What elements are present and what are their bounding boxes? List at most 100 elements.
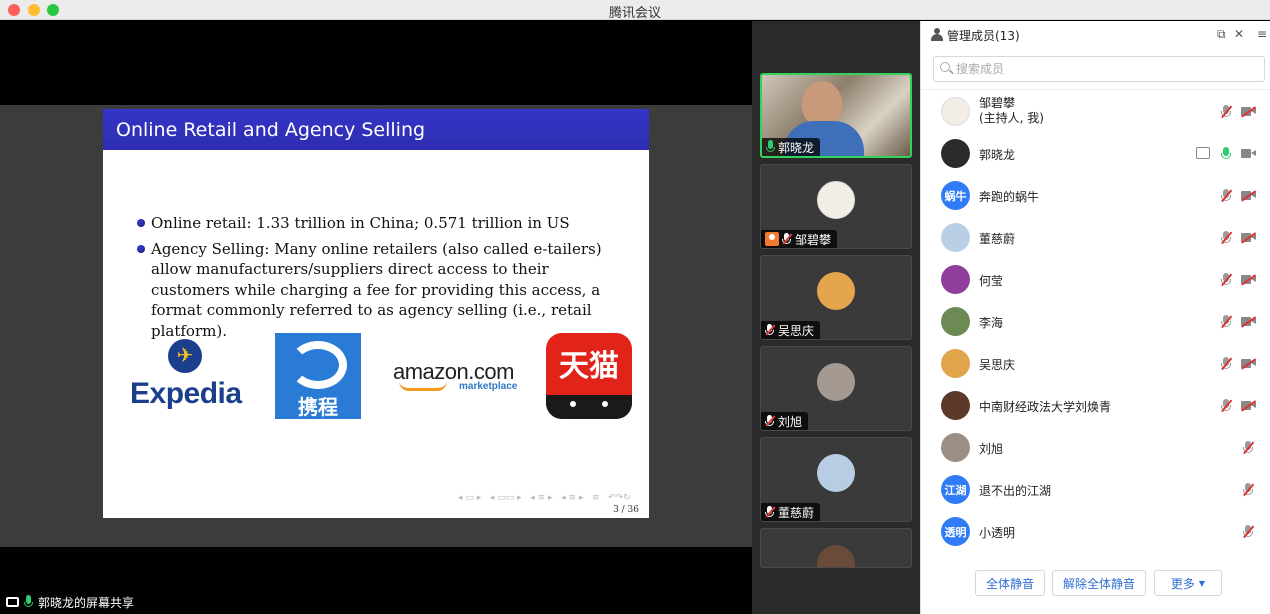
video-tile[interactable]: 郭晓龙 (760, 73, 912, 158)
slide-header: Online Retail and Agency Selling (103, 109, 649, 150)
close-icon[interactable]: ✕ (1234, 27, 1244, 41)
member-search[interactable] (933, 56, 1265, 82)
mic-muted-icon[interactable] (1221, 231, 1232, 245)
dolphin-icon (289, 341, 347, 389)
slide-bullet: Agency Selling: Many online retailers (a… (137, 239, 631, 342)
camera-off-icon[interactable] (1241, 358, 1256, 370)
participant-avatar (817, 363, 855, 401)
member-name: 退不出的江湖 (979, 484, 1052, 498)
camera-off-icon[interactable] (1241, 316, 1256, 328)
member-row[interactable]: 李海 (921, 301, 1270, 343)
tmall-eye-icon (602, 401, 608, 407)
camera-off-icon[interactable] (1241, 106, 1256, 118)
screen-share-icon[interactable] (1196, 147, 1210, 159)
member-row[interactable]: 江湖 退不出的江湖 (921, 469, 1270, 511)
member-avatar (941, 265, 970, 294)
mic-muted-icon[interactable] (1221, 399, 1232, 413)
member-avatar (941, 307, 970, 336)
video-tile[interactable]: 吴思庆 (760, 255, 912, 340)
mic-muted-icon[interactable] (1221, 315, 1232, 329)
shared-screen[interactable]: Online Retail and Agency Selling Online … (0, 21, 752, 614)
bullet-text: Online retail: 1.33 trillion in China; 0… (151, 214, 570, 232)
more-button-label: 更多 (1170, 576, 1195, 591)
participant-face (802, 81, 842, 125)
video-name-tag: 吴思庆 (761, 321, 821, 339)
member-row[interactable]: 刘旭 (921, 427, 1270, 469)
expedia-logo: ✈ Expedia (130, 339, 242, 415)
member-name: 吴思庆 (979, 358, 1016, 372)
mic-muted-icon[interactable] (1221, 189, 1232, 203)
member-name: 董慈蔚 (979, 232, 1016, 246)
mic-muted-icon[interactable] (1221, 105, 1232, 119)
video-participant-name: 刘旭 (778, 414, 803, 429)
mic-muted-icon (782, 232, 793, 246)
member-panel-title: 管理成员(13) (947, 29, 1020, 43)
mic-muted-icon[interactable] (1243, 525, 1254, 539)
mute-all-button[interactable]: 全体静音 (975, 570, 1045, 596)
member-row[interactable]: 蜗牛 奔跑的蜗牛 (921, 175, 1270, 217)
slide-page-number: 3 / 36 (613, 505, 639, 515)
mic-muted-icon[interactable] (1221, 357, 1232, 371)
camera-off-icon[interactable] (1241, 400, 1256, 412)
slide-bullet: Online retail: 1.33 trillion in China; 0… (137, 213, 631, 234)
ctrip-logo: 携程 (275, 333, 361, 419)
member-avatar (941, 391, 970, 420)
popout-icon[interactable]: ⧉ (1217, 27, 1226, 42)
mic-muted-icon[interactable] (1221, 273, 1232, 287)
camera-off-icon[interactable] (1241, 232, 1256, 244)
member-name: 中南财经政法大学刘焕青 (979, 400, 1112, 414)
slide-title: Online Retail and Agency Selling (116, 119, 426, 141)
member-avatar: 透明 (941, 517, 970, 546)
member-panel: 管理成员(13) ⧉ ✕ ≡ 邹碧攀 (主持人, 我) 郭晓龙 (920, 21, 1270, 614)
video-participant-name: 董慈蔚 (778, 505, 815, 520)
bullet-dot-icon (137, 219, 145, 227)
camera-on-icon[interactable] (1241, 148, 1256, 159)
camera-off-icon[interactable] (1241, 190, 1256, 202)
app-title: 腾讯会议 (608, 6, 661, 21)
meeting-window: 腾讯会议 Online Retail and Agency Selling On… (0, 0, 1270, 614)
member-row[interactable]: 董慈蔚 (921, 217, 1270, 259)
mic-muted-icon (765, 323, 776, 337)
screen-share-label: 郭晓龙的屏幕共享 (6, 593, 134, 611)
mic-on-icon[interactable] (1221, 147, 1231, 161)
video-participant-name: 郭晓龙 (778, 140, 815, 155)
video-tile[interactable]: 董慈蔚 (760, 437, 912, 522)
member-name: 何莹 (979, 274, 1004, 288)
video-tile[interactable] (760, 528, 912, 568)
member-panel-footer: 全体静音 解除全体静音 更多 ▼ (921, 566, 1270, 614)
member-avatar (941, 349, 970, 378)
tmall-logo: 天猫 (546, 333, 632, 419)
video-participant-name: 邹碧攀 (795, 232, 832, 247)
camera-off-icon[interactable] (1241, 274, 1256, 286)
more-button[interactable]: 更多 ▼ (1154, 570, 1222, 596)
screen-share-icon (6, 597, 19, 607)
video-name-tag: 刘旭 (761, 412, 809, 430)
video-tile[interactable]: 刘旭 (760, 346, 912, 431)
member-row[interactable]: 中南财经政法大学刘焕青 (921, 385, 1270, 427)
member-avatar: 蜗牛 (941, 181, 970, 210)
amazon-smile-icon (399, 381, 447, 391)
beamer-navigation-icons: ◂ ▭ ▸ ◂ ▭▭ ▸ ◂ ≡ ▸ ◂ ≡ ▸ ≡ ↶↷↻ (458, 493, 631, 503)
unmute-all-button[interactable]: 解除全体静音 (1052, 570, 1146, 596)
search-input[interactable] (956, 57, 1256, 81)
member-row[interactable]: 邹碧攀 (主持人, 我) (921, 91, 1270, 133)
video-gallery[interactable]: 郭晓龙 邹碧攀 吴思庆 刘旭 董慈蔚 (752, 21, 920, 614)
member-row[interactable]: 何莹 (921, 259, 1270, 301)
video-tile[interactable]: 邹碧攀 (760, 164, 912, 249)
member-row[interactable]: 吴思庆 (921, 343, 1270, 385)
member-avatar (941, 139, 970, 168)
member-row[interactable]: 透明 小透明 (921, 511, 1270, 553)
caret-down-icon: ▼ (1198, 578, 1206, 588)
member-row[interactable]: 郭晓龙 (921, 133, 1270, 175)
participant-avatar (817, 545, 855, 567)
mic-muted-icon[interactable] (1243, 483, 1254, 497)
menu-icon[interactable]: ≡ (1257, 27, 1267, 41)
participant-avatar (817, 181, 855, 219)
video-participant-name: 吴思庆 (778, 323, 815, 338)
participant-avatar (817, 272, 855, 310)
member-avatar: 江湖 (941, 475, 970, 504)
amazon-logo: amazon.com marketplace (393, 359, 517, 399)
mic-muted-icon[interactable] (1243, 441, 1254, 455)
presentation-slide: Online Retail and Agency Selling Online … (103, 109, 649, 518)
video-name-tag: 邹碧攀 (761, 230, 838, 248)
